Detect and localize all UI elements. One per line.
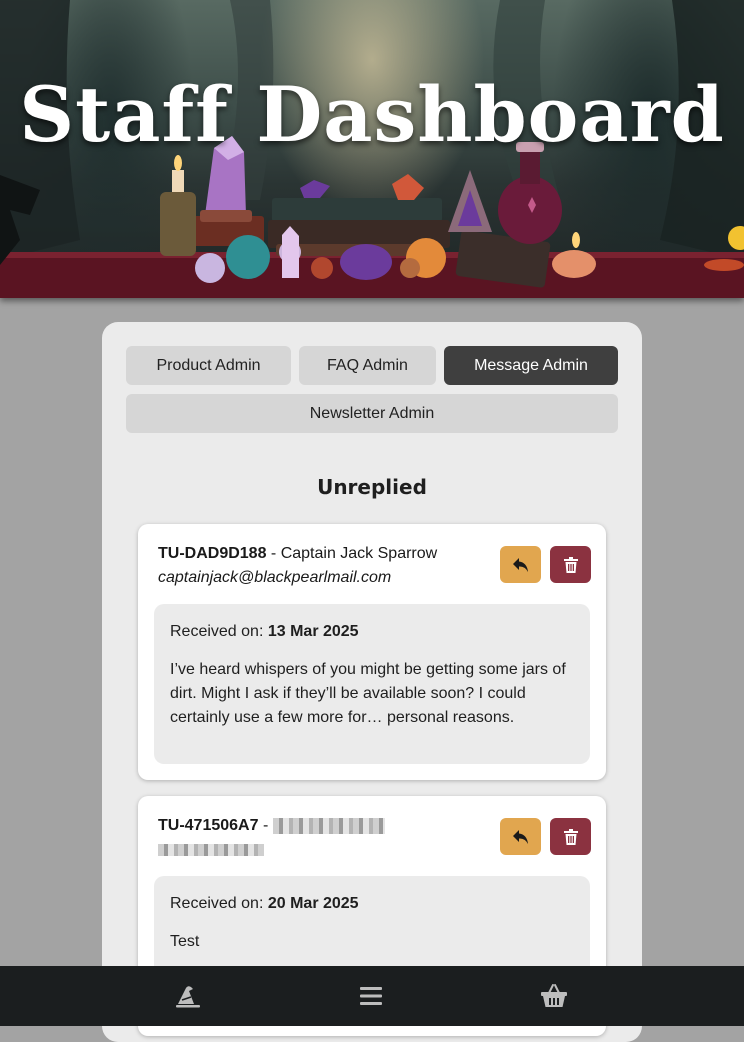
separator: - <box>258 817 273 834</box>
basket-icon <box>541 984 567 1007</box>
tab-faq-admin[interactable]: FAQ Admin <box>299 346 436 385</box>
separator: - <box>266 545 281 562</box>
message-header: TU-DAD9D188 - Captain Jack Sparrow capta… <box>158 542 437 590</box>
reply-button[interactable] <box>500 818 541 855</box>
page-title: Staff Dashboard <box>19 70 725 159</box>
basket-button[interactable] <box>538 980 570 1012</box>
admin-panel: Product Admin FAQ Admin Message Admin Ne… <box>102 322 642 1042</box>
menu-icon <box>360 987 382 1005</box>
redacted-email <box>158 843 264 856</box>
hero-banner: Staff Dashboard <box>0 0 744 298</box>
message-id: TU-DAD9D188 <box>158 545 267 562</box>
tab-newsletter-admin[interactable]: Newsletter Admin <box>126 394 618 433</box>
received-date: Received on: 13 Mar 2025 <box>170 623 359 640</box>
reply-icon <box>512 829 528 844</box>
sender-email: captainjack@blackpearlmail.com <box>158 569 392 586</box>
message-header: TU-471506A7 - <box>158 814 385 862</box>
received-date: Received on: 20 Mar 2025 <box>170 895 359 912</box>
sender-name: Captain Jack Sparrow <box>280 545 438 562</box>
message-card: TU-DAD9D188 - Captain Jack Sparrow capta… <box>138 524 606 780</box>
delete-button[interactable] <box>550 818 591 855</box>
reply-icon <box>512 557 528 572</box>
menu-button[interactable] <box>355 980 387 1012</box>
tab-message-admin[interactable]: Message Admin <box>444 346 618 385</box>
trash-icon <box>563 828 578 845</box>
message-text: I’ve heard whispers of you might be gett… <box>170 661 566 726</box>
message-body: Received on: 13 Mar 2025 I’ve heard whis… <box>154 604 590 764</box>
home-nav-button[interactable] <box>172 980 204 1012</box>
redacted-name <box>272 817 385 834</box>
wizard-hat-icon <box>176 986 200 1008</box>
delete-button[interactable] <box>550 546 591 583</box>
reply-button[interactable] <box>500 546 541 583</box>
message-id: TU-471506A7 <box>158 817 259 834</box>
section-heading: Unreplied <box>317 475 427 499</box>
tab-product-admin[interactable]: Product Admin <box>126 346 291 385</box>
trash-icon <box>563 556 578 573</box>
message-text: Test <box>170 933 200 950</box>
bottom-nav <box>0 966 744 1026</box>
